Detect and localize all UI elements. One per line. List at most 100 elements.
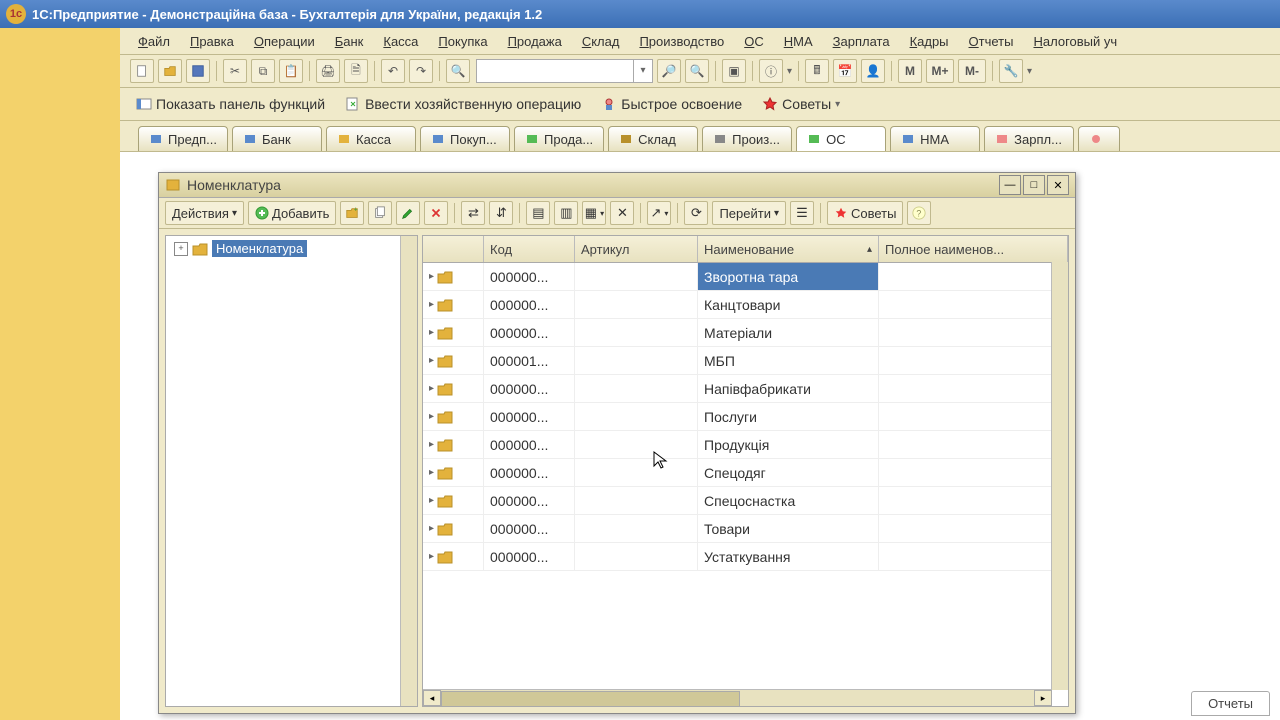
find-next-icon[interactable]: 🔎 — [657, 59, 681, 83]
table-row[interactable]: ▸000000...Послуги — [423, 403, 1068, 431]
bottom-tab-reports[interactable]: Отчеты — [1191, 691, 1270, 716]
tips-window-button[interactable]: Советы — [827, 201, 903, 225]
tab-3[interactable]: Покуп... — [420, 126, 510, 151]
goto-dropdown[interactable]: Перейти▾ — [712, 201, 786, 225]
maximize-button[interactable]: □ — [1023, 175, 1045, 195]
find-icon[interactable]: 🔍 — [446, 59, 470, 83]
grid-hscrollbar[interactable]: ◂▸ — [423, 689, 1052, 706]
tab-2[interactable]: Касса — [326, 126, 416, 151]
menu-склад[interactable]: Склад — [574, 30, 628, 53]
grid-vscrollbar[interactable] — [1051, 262, 1068, 690]
menu-отчеты[interactable]: Отчеты — [961, 30, 1022, 53]
table-row[interactable]: ▸000000...Спецоснастка — [423, 487, 1068, 515]
minimize-button[interactable]: — — [999, 175, 1021, 195]
export-icon[interactable]: ↗▾ — [647, 201, 671, 225]
menu-нма[interactable]: НМА — [776, 30, 821, 53]
menu-налоговый уч[interactable]: Налоговый уч — [1025, 30, 1125, 53]
main-tabs: Предп...БанкКассаПокуп...Прода...СкладПр… — [0, 121, 1280, 152]
table-row[interactable]: ▸000000...Матеріали — [423, 319, 1068, 347]
add-group-icon[interactable]: + — [340, 201, 364, 225]
preview-icon[interactable]: 🗎 — [344, 59, 368, 83]
table-row[interactable]: ▸000000...Напівфабрикати — [423, 375, 1068, 403]
table-row[interactable]: ▸000001...МБП — [423, 347, 1068, 375]
tab-6[interactable]: Произ... — [702, 126, 792, 151]
tree-root-item[interactable]: + Номенклатура — [166, 236, 417, 261]
edit-icon[interactable] — [396, 201, 420, 225]
search-dropdown-icon[interactable]: ▾ — [633, 60, 652, 82]
actions-dropdown[interactable]: Действия▾ — [165, 201, 244, 225]
menu-банк[interactable]: Банк — [327, 30, 372, 53]
menu-файл[interactable]: Файл — [130, 30, 178, 53]
menu-касса[interactable]: Касса — [375, 30, 426, 53]
table-row[interactable]: ▸000000...Спецодяг — [423, 459, 1068, 487]
user-tool-icon[interactable]: 👤 — [861, 59, 885, 83]
col-c5[interactable]: Полное наименов... — [879, 236, 1068, 262]
filter2-icon[interactable]: ▥ — [554, 201, 578, 225]
move-icon[interactable]: ⇄ — [461, 201, 485, 225]
open-icon[interactable] — [158, 59, 182, 83]
grid-body[interactable]: ▸000000...Зворотна тара▸000000...Канцтов… — [423, 263, 1068, 706]
search-input[interactable]: ▾ — [476, 59, 653, 83]
table-row[interactable]: ▸000000...Устаткування — [423, 543, 1068, 571]
col-c3[interactable]: Артикул — [575, 236, 698, 262]
menu-кадры[interactable]: Кадры — [902, 30, 957, 53]
undo-icon[interactable]: ↶ — [381, 59, 405, 83]
tools-icon[interactable]: 🔧 — [999, 59, 1023, 83]
col-c2[interactable]: Код — [484, 236, 575, 262]
windows-icon[interactable]: ▣ — [722, 59, 746, 83]
menu-производство[interactable]: Производство — [631, 30, 732, 53]
refresh-icon[interactable]: ⟳ — [684, 201, 708, 225]
copy-item-icon[interactable] — [368, 201, 392, 225]
tab-0[interactable]: Предп... — [138, 126, 228, 151]
copy-icon[interactable]: ⧉ — [251, 59, 275, 83]
print-icon[interactable]: 🖨 — [316, 59, 340, 83]
filter1-icon[interactable]: ▤ — [526, 201, 550, 225]
menu-правка[interactable]: Правка — [182, 30, 242, 53]
m-plus-button[interactable]: M+ — [926, 59, 954, 83]
tab-7[interactable]: ОС — [796, 126, 886, 151]
paste-icon[interactable]: 📋 — [279, 59, 303, 83]
tab-5[interactable]: Склад — [608, 126, 698, 151]
m-minus-button[interactable]: M- — [958, 59, 986, 83]
tab-8[interactable]: НМА — [890, 126, 980, 151]
menu-покупка[interactable]: Покупка — [430, 30, 495, 53]
menu-ос[interactable]: ОС — [736, 30, 772, 53]
clear-filter-icon[interactable]: ✕ — [610, 201, 634, 225]
hierarchy-icon[interactable]: ⇵ — [489, 201, 513, 225]
col-c1[interactable] — [423, 236, 484, 262]
redo-icon[interactable]: ↷ — [409, 59, 433, 83]
cut-icon[interactable]: ✂ — [223, 59, 247, 83]
calendar-icon[interactable]: 📅 — [833, 59, 857, 83]
add-button[interactable]: Добавить — [248, 201, 336, 225]
find-prev-icon[interactable]: 🔍 — [685, 59, 709, 83]
filter3-icon[interactable]: ▦▾ — [582, 201, 606, 225]
help-icon[interactable]: ? — [907, 201, 931, 225]
tab-4[interactable]: Прода... — [514, 126, 604, 151]
tree-panel[interactable]: + Номенклатура — [165, 235, 418, 707]
menu-зарплата[interactable]: Зарплата — [825, 30, 898, 53]
calc-icon[interactable]: 🖩 — [805, 59, 829, 83]
table-row[interactable]: ▸000000...Зворотна тара — [423, 263, 1068, 291]
menu-операции[interactable]: Операции — [246, 30, 323, 53]
save-icon[interactable] — [186, 59, 210, 83]
new-doc-icon[interactable] — [130, 59, 154, 83]
expand-icon[interactable]: + — [174, 242, 188, 256]
quick-start-button[interactable]: Быстрое освоение — [595, 93, 748, 115]
table-row[interactable]: ▸000000...Продукція — [423, 431, 1068, 459]
info-icon[interactable]: ⓘ — [759, 59, 783, 83]
tab-9[interactable]: Зарпл... — [984, 126, 1074, 151]
col-c4[interactable]: Наименование ▴ — [698, 236, 879, 262]
list-settings-icon[interactable]: ☰ — [790, 201, 814, 225]
m-button[interactable]: M — [898, 59, 922, 83]
tips-button[interactable]: Советы ▾ — [756, 93, 846, 115]
enter-operation-button[interactable]: Ввести хозяйственную операцию — [339, 93, 587, 115]
tree-scrollbar[interactable] — [400, 236, 417, 706]
delete-icon[interactable] — [424, 201, 448, 225]
menu-продажа[interactable]: Продажа — [500, 30, 570, 53]
table-row[interactable]: ▸000000...Товари — [423, 515, 1068, 543]
table-row[interactable]: ▸000000...Канцтовари — [423, 291, 1068, 319]
close-button[interactable]: ✕ — [1047, 175, 1069, 195]
tab-1[interactable]: Банк — [232, 126, 322, 151]
tab-more[interactable] — [1078, 126, 1120, 151]
show-func-panel-button[interactable]: Показать панель функций — [130, 93, 331, 115]
